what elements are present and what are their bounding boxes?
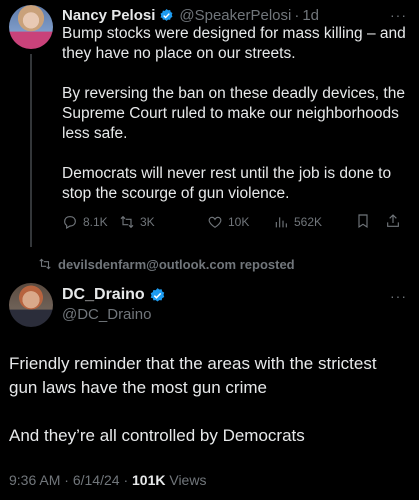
like-button[interactable]: 10K: [207, 214, 273, 230]
repost-button[interactable]: 3K: [119, 214, 207, 230]
repost-text: devilsdenfarm@outlook.com reposted: [58, 256, 295, 272]
tweet-paragraph: Friendly reminder that the areas with th…: [9, 354, 377, 397]
bookmark-button[interactable]: [355, 213, 385, 232]
tweet-paragraph: Bump stocks were designed for mass killi…: [62, 25, 406, 62]
author-name[interactable]: DC_Draino: [62, 286, 145, 304]
heart-icon: [208, 216, 222, 229]
bookmark-icon: [358, 213, 368, 228]
tweet-paragraph: Democrats will never rest until the job …: [62, 165, 392, 202]
tweet-metadata: 9:36 AM · 6/14/24 · 101K Views: [9, 472, 206, 488]
tweet-paragraph: By reversing the ban on these deadly dev…: [62, 85, 405, 142]
separator-dot: ·: [294, 6, 300, 24]
reply-icon: [64, 216, 76, 230]
tweet-body: Bump stocks were designed for mass killi…: [62, 24, 412, 224]
views-button[interactable]: 562K: [273, 214, 355, 230]
verified-badge-icon: [149, 287, 166, 304]
avatar[interactable]: [9, 5, 53, 49]
views-count: 101K: [132, 472, 166, 488]
tweet-header: Nancy Pelosi @SpeakerPelosi · 1d: [62, 5, 319, 25]
thread-line: [30, 54, 32, 247]
views-label: Views: [169, 472, 207, 488]
repost-icon: [120, 215, 134, 229]
author-handle[interactable]: @SpeakerPelosi: [179, 7, 291, 24]
timestamp[interactable]: 1d: [302, 7, 319, 24]
avatar[interactable]: [9, 283, 53, 327]
author-handle[interactable]: @DC_Draino: [62, 306, 151, 323]
reply-button[interactable]: 8.1K: [62, 214, 117, 230]
author-name[interactable]: Nancy Pelosi: [62, 7, 155, 24]
tweet-date[interactable]: 6/14/24: [73, 472, 120, 488]
verified-badge-icon: [159, 8, 174, 23]
repost-indicator[interactable]: devilsdenfarm@outlook.com reposted: [38, 255, 295, 273]
tweet-paragraph: And they’re all controlled by Democrats: [9, 426, 305, 445]
bar-chart-icon: [275, 217, 287, 228]
share-icon: [387, 213, 399, 227]
more-options-icon[interactable]: ···: [390, 7, 407, 23]
tweet-time[interactable]: 9:36 AM: [9, 472, 60, 488]
repost-icon: [39, 258, 51, 270]
share-button[interactable]: [385, 213, 401, 232]
more-options-icon[interactable]: ···: [390, 288, 407, 304]
like-count: 10K: [228, 215, 250, 229]
tweet-body: Friendly reminder that the areas with th…: [9, 352, 409, 472]
separator-dot: ·: [64, 472, 69, 488]
separator-dot: ·: [123, 472, 129, 488]
repost-count: 3K: [140, 215, 155, 229]
quoted-tweet[interactable]: Nancy Pelosi @SpeakerPelosi · 1d ··· Bum…: [0, 0, 419, 250]
tweet-header: DC_Draino: [62, 285, 166, 305]
views-count: 562K: [294, 215, 323, 229]
reply-count: 8.1K: [83, 215, 108, 229]
action-bar: 8.1K 3K 10K 562K: [62, 212, 414, 232]
